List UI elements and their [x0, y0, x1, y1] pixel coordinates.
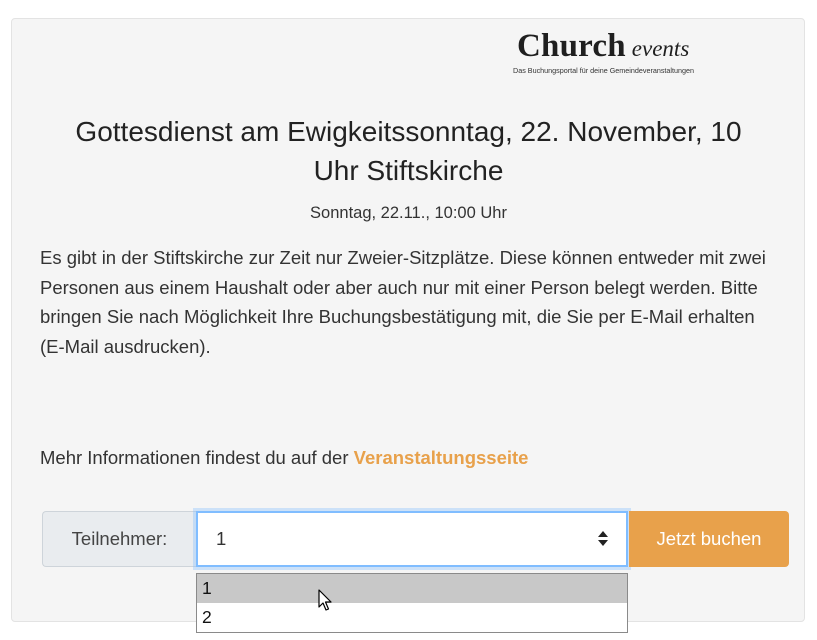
select-updown-icon: [598, 529, 608, 549]
logo-suffix-text: events: [631, 36, 690, 61]
participants-select-value: 1: [216, 528, 227, 549]
logo-brand-text: Church: [517, 28, 626, 64]
event-page-link[interactable]: Veranstaltungsseite: [354, 447, 529, 468]
event-date: Sonntag, 22.11., 10:00 Uhr: [310, 204, 507, 222]
more-info-text: Mehr Informationen findest du auf der: [40, 447, 349, 468]
participants-dropdown-list: 1 2: [196, 573, 628, 633]
mouse-pointer-icon: [318, 589, 332, 611]
dropdown-option-1[interactable]: 1: [197, 574, 627, 603]
logo-tagline: Das Buchungsportal für deine Gemeindever…: [513, 66, 695, 75]
dropdown-option-2[interactable]: 2: [197, 603, 627, 632]
event-description: Es gibt in der Stiftskirche zur Zeit nur…: [40, 247, 766, 357]
booking-input-group: Teilnehmer: 1 Jetzt buchen: [42, 511, 789, 567]
church-events-logo: Church events Das Buchungsportal für dein…: [505, 28, 775, 84]
participants-select[interactable]: 1: [196, 511, 628, 567]
participants-label: Teilnehmer:: [42, 511, 196, 567]
logo-wordmark: Church events: [517, 28, 689, 65]
book-now-button[interactable]: Jetzt buchen: [629, 511, 789, 567]
event-title: Gottesdienst am Ewigkeitssonntag, 22. No…: [75, 116, 742, 186]
more-info-line: Mehr Informationen findest du auf der Ve…: [40, 447, 528, 469]
